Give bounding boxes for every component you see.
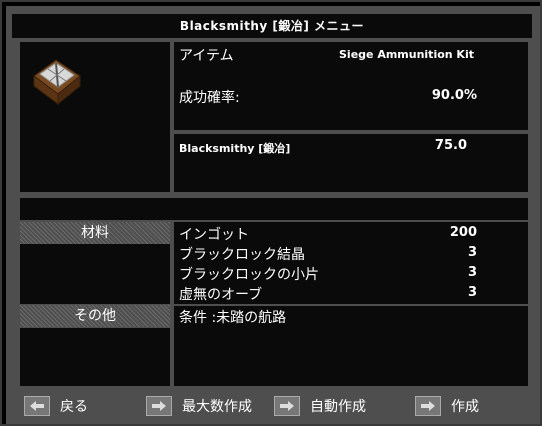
auto-make-button[interactable]: 自動作成 — [274, 394, 366, 418]
back-label: 戻る — [60, 399, 88, 415]
other-header: その他 — [20, 305, 170, 327]
make-max-label: 最大数作成 — [182, 399, 252, 415]
auto-make-label: 自動作成 — [310, 399, 366, 415]
material-name: ブラックロック結晶 — [179, 247, 305, 263]
material-name: 虚無のオーブ — [179, 287, 263, 303]
success-chance-label: 成功確率: — [179, 90, 240, 106]
spacer-panel — [20, 198, 528, 220]
arrow-right-icon — [415, 396, 441, 416]
other-left-panel — [20, 328, 170, 386]
arrow-right-icon — [274, 396, 300, 416]
ammunition-kit-crate-icon — [33, 59, 81, 106]
skill-value: 75.0 — [434, 138, 467, 153]
materials-header: 材料 — [20, 222, 170, 244]
item-name-value: Siege Ammunition Kit — [339, 48, 474, 61]
material-amount: 3 — [467, 285, 477, 300]
arrow-left-icon — [24, 396, 50, 416]
condition-text: 条件 :未踏の航路 — [179, 310, 287, 326]
material-amount: 200 — [449, 225, 477, 240]
item-name-label: アイテム — [179, 48, 234, 64]
window-title: Blacksmithy [鍛冶] メニュー — [12, 14, 532, 38]
item-icon-panel — [20, 42, 170, 192]
crafting-window: Blacksmithy [鍛冶] メニュー アイテム Siege Ammunit… — [0, 0, 542, 426]
material-name: インゴット — [179, 227, 249, 243]
back-button[interactable]: 戻る — [24, 394, 88, 418]
make-max-button[interactable]: 最大数作成 — [146, 394, 252, 418]
make-button[interactable]: 作成 — [415, 394, 479, 418]
arrow-right-icon — [146, 396, 172, 416]
materials-left-panel — [20, 244, 170, 304]
make-label: 作成 — [451, 399, 479, 415]
material-amount: 3 — [467, 265, 477, 280]
success-chance-value: 90.0% — [431, 88, 477, 103]
material-amount: 3 — [467, 245, 477, 260]
material-name: ブラックロックの小片 — [179, 267, 319, 283]
skill-label: Blacksmithy [鍛冶] — [179, 142, 291, 155]
